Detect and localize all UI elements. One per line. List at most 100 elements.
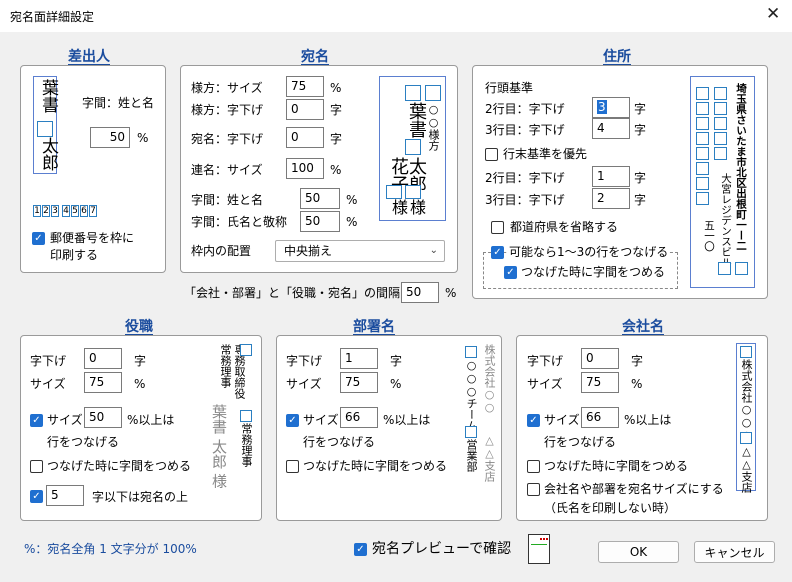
indent-box [696,87,709,100]
company-header: 会社名 [622,319,664,335]
l2-indent-label: 2行目：字下げ [485,102,565,116]
postal-digit: 1 [33,205,41,217]
footer-note: %：宛名全角 1 文字分が 100% [24,542,197,556]
title-size-check-label: サイズ [47,413,83,427]
honorific-size-input[interactable]: 75 [286,76,324,97]
company-size-input[interactable]: 75 [581,372,619,393]
postal-digit: 6 [80,205,88,217]
gap-box [405,85,421,101]
indent-box [714,102,727,115]
company-size-check-suffix: %以上は [624,413,672,427]
unit: % [330,163,342,177]
postcard-line [531,544,547,545]
preview-title-c: 常務理事 [240,423,253,467]
ok-button[interactable]: OK [598,541,679,563]
company-connect-gap-label: つなげた時に字間をつめる [544,459,689,473]
dept-size-checkbox[interactable]: ✓ [286,414,299,427]
sender-gap-label: 字間：姓と名 [82,96,155,110]
title-size-checkbox[interactable]: ✓ [30,414,43,427]
indent-box [735,262,748,275]
postcard-dot [540,538,542,540]
gap-sei-input[interactable]: 50 [300,188,340,209]
indent-box [718,262,731,275]
l2-indent-input[interactable]: 3 [592,97,630,118]
dept-size-check-label: サイズ [303,413,339,427]
omit-pref-checkbox[interactable] [491,221,504,234]
indent-box [696,177,709,190]
title-size-check-line2: 行をつなげる [47,435,120,449]
indent-box [714,117,727,130]
title-size-input[interactable]: 75 [84,372,122,393]
gap-honor-input[interactable]: 50 [300,211,340,232]
dept-size-input[interactable]: 75 [340,372,378,393]
joint-size-input[interactable]: 100 [286,158,324,179]
title-connect-gap-checkbox[interactable] [30,460,43,473]
align-select[interactable]: 中央揃え ⌄ [275,240,445,262]
e3-indent-input[interactable]: 2 [592,188,630,209]
company-indent-input[interactable]: 0 [581,348,619,369]
address-preview: 埼玉県さいたま市北区出根町一ー二 大宮レジデンスビル 五一〇 [690,76,755,288]
name-indent-input[interactable]: 0 [286,127,324,148]
unit: 字 [634,102,647,116]
company-preview: 株式会社○○○ △△支店 [736,343,756,493]
preview-sei: 葉書 [406,102,427,138]
company-size-check-input[interactable]: 66 [581,407,619,428]
end-base-label: 行末基準を優先 [503,147,588,161]
preview-company-b: △△支店 [740,445,753,493]
unit: 字 [634,193,647,207]
company-size-checkbox[interactable]: ✓ [527,414,540,427]
chevron-down-icon: ⌄ [429,245,438,256]
honorific-indent-label: 様方：字下げ [191,103,264,117]
l3-indent-input[interactable]: 4 [592,118,630,139]
unit: 字 [631,354,644,368]
postal-code-preview: 1 2 3 4 5 6 7 [33,205,97,217]
name-indent-label: 宛名：字下げ [191,132,264,146]
unit: 字 [634,171,647,185]
connect-gap-checkbox[interactable]: ✓ [504,266,517,279]
end-base-checkbox[interactable] [485,148,498,161]
indent-box [696,132,709,145]
e3-indent-label: 3行目：字下げ [485,193,565,207]
dept-size-check-line2: 行をつなげる [303,435,376,449]
title-under-suffix: 字以下は宛名の上 [92,490,189,504]
gap-box [240,410,252,422]
preview-confirm-checkbox[interactable]: ✓ [354,543,367,556]
cancel-button[interactable]: キャンセル [694,541,775,563]
indent-box [696,147,709,160]
sender-preview-mei: 太郎 [38,137,58,171]
company-to-recipient-sub: （氏名を印刷しない時） [544,501,677,515]
title-header: 役職 [125,319,153,335]
e2-indent-input[interactable]: 1 [592,166,630,187]
company-to-recipient-checkbox[interactable] [527,483,540,496]
unit: % [330,81,342,95]
connect-lines-checkbox[interactable]: ✓ [491,246,504,259]
postal-frame-checkbox[interactable]: ✓ [32,232,45,245]
indent-box [696,162,709,175]
dept-indent-input[interactable]: 1 [340,348,378,369]
gap-honor-label: 字間：氏名と敬称 [191,215,288,229]
connect-gap-label: つなげた時に字間をつめる [521,265,666,279]
dept-preview: ○○○チーム 営業部 株式会社○○ △△支店 [463,344,499,496]
unit: 字 [134,354,147,368]
preview-address-line3: 五一〇 [703,220,715,252]
l2-indent-value: 3 [597,100,607,114]
close-icon[interactable]: ✕ [766,4,780,24]
omit-pref-label: 都道府県を省略する [510,220,619,234]
dept-size-check-input[interactable]: 66 [340,407,378,428]
title-size-label: サイズ [30,377,66,391]
indent-box [696,117,709,130]
title-indent-input[interactable]: 0 [84,348,122,369]
title-under-checkbox[interactable]: ✓ [30,490,43,503]
sender-gap-input[interactable]: 50 [90,127,130,148]
title-under-input[interactable]: 5 [46,485,84,506]
spacing-input[interactable]: 50 [401,282,439,303]
dept-connect-gap-checkbox[interactable] [286,460,299,473]
preview-sama: 様 [389,199,408,215]
spacing-unit: % [445,286,457,300]
unit: % [346,193,358,207]
address-grid-mid [714,87,727,160]
company-connect-gap-checkbox[interactable] [527,460,540,473]
honorific-indent-input[interactable]: 0 [286,99,324,120]
dept-size-check-suffix: %以上は [383,413,431,427]
title-size-check-input[interactable]: 50 [84,407,122,428]
